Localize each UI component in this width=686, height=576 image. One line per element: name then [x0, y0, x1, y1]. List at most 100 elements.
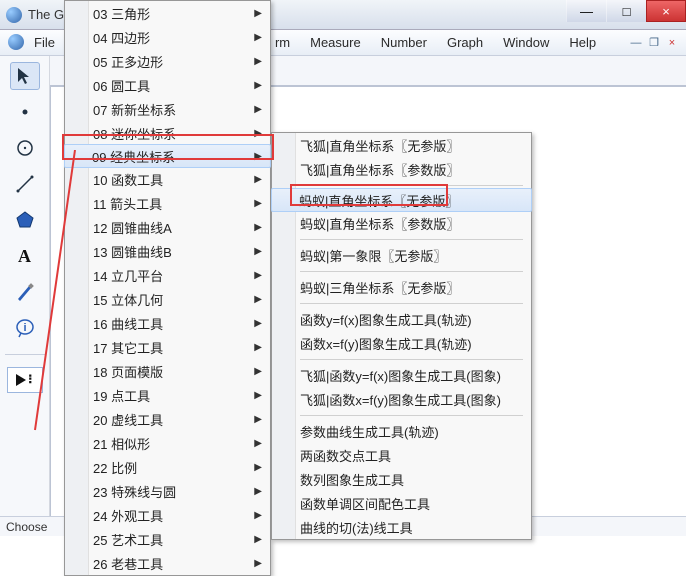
submenu-item[interactable]: 飞狐|函数y=f(x)图象生成工具(图象) — [272, 363, 531, 387]
menu-item-label: 19 点工具 — [93, 386, 150, 405]
circle-tool[interactable] — [10, 134, 40, 162]
text-tool[interactable]: A — [10, 242, 40, 270]
menu-item[interactable]: 05 正多边形▶ — [65, 49, 270, 73]
menu-item-label: 15 立体几何 — [93, 290, 163, 309]
menu-item[interactable]: 17 其它工具 ▶ — [65, 335, 270, 359]
submenu-item-label: 数列图象生成工具 — [300, 470, 404, 489]
menu-item-label: 11 箭头工具 — [93, 194, 162, 213]
menu-item[interactable]: 03 三角形▶ — [65, 1, 270, 25]
submenu-arrow-icon: ▶ — [254, 318, 262, 329]
status-text: Choose — [6, 520, 47, 534]
maximize-button[interactable]: □ — [606, 0, 646, 22]
menu-separator — [272, 355, 531, 363]
submenu-item[interactable]: 飞狐|函数x=f(y)图象生成工具(图象) — [272, 387, 531, 411]
submenu-arrow-icon: ▶ — [254, 342, 262, 353]
menu-item-label: 17 其它工具 — [93, 338, 163, 357]
menu-item-label: 22 比例 — [93, 458, 137, 477]
menu-separator — [272, 411, 531, 419]
submenu-item[interactable]: 曲线的切(法)线工具 — [272, 515, 531, 539]
menu-item[interactable]: 06 圆工具▶ — [65, 73, 270, 97]
submenu-item[interactable]: 函数y=f(x)图象生成工具(轨迹) — [272, 307, 531, 331]
menu-item-label: 24 外观工具 — [93, 506, 163, 525]
submenu-item-label: 蚂蚁|直角坐标系〖参数版〗 — [300, 214, 459, 233]
submenu-item[interactable]: 蚂蚁|直角坐标系〖参数版〗 — [272, 211, 531, 235]
doc-icon — [8, 34, 24, 50]
custom-tool[interactable]: ⠇ — [7, 367, 43, 393]
submenu-item[interactable]: 两函数交点工具 — [272, 443, 531, 467]
polygon-tool[interactable] — [10, 206, 40, 234]
menu-item[interactable]: 22 比例 ▶ — [65, 455, 270, 479]
submenu-item[interactable]: 参数曲线生成工具(轨迹) — [272, 419, 531, 443]
menu-item[interactable]: 10 函数工具▶ — [65, 167, 270, 191]
menu-help[interactable]: Help — [559, 30, 606, 56]
submenu-item-label: 两函数交点工具 — [300, 446, 391, 465]
coord-submenu: 飞狐|直角坐标系〖无参版〗飞狐|直角坐标系〖参数版〗蚂蚁|直角坐标系〖无参版〗蚂… — [271, 132, 532, 540]
menu-item-label: 20 虚线工具 — [93, 410, 163, 429]
submenu-arrow-icon: ▶ — [254, 462, 262, 473]
window-controls: — □ × — [566, 0, 686, 22]
minimize-button[interactable]: — — [566, 0, 606, 22]
menu-item[interactable]: 26 老巷工具▶ — [65, 551, 270, 575]
menu-item[interactable]: 18 页面模版 ▶ — [65, 359, 270, 383]
submenu-item[interactable]: 蚂蚁|直角坐标系〖无参版〗 — [271, 188, 532, 212]
submenu-item-label: 飞狐|函数y=f(x)图象生成工具(图象) — [300, 366, 501, 385]
menu-item[interactable]: 25 艺术工具▶ — [65, 527, 270, 551]
menu-file[interactable]: File — [24, 30, 65, 56]
submenu-item-label: 飞狐|函数x=f(y)图象生成工具(图象) — [300, 390, 501, 409]
submenu-arrow-icon: ▶ — [254, 56, 262, 67]
menu-item[interactable]: 21 相似形▶ — [65, 431, 270, 455]
menu-item-label: 18 页面模版 — [93, 362, 163, 381]
submenu-item[interactable]: 蚂蚁|第一象限〖无参版〗 — [272, 243, 531, 267]
point-tool[interactable] — [10, 98, 40, 126]
menu-separator — [272, 235, 531, 243]
menu-graph[interactable]: Graph — [437, 30, 493, 56]
submenu-arrow-icon: ▶ — [254, 80, 262, 91]
menu-item-label: 13 圆锥曲线B — [93, 242, 172, 261]
menu-item[interactable]: 15 立体几何▶ — [65, 287, 270, 311]
menu-item-label: 10 函数工具 — [93, 170, 163, 189]
line-tool[interactable] — [10, 170, 40, 198]
pen-tool[interactable] — [10, 278, 40, 306]
menu-item[interactable]: 20 虚线工具▶ — [65, 407, 270, 431]
menu-item[interactable]: 09 经典坐标系 ▶ — [64, 144, 271, 168]
submenu-item[interactable]: 函数单调区间配色工具 — [272, 491, 531, 515]
menu-item[interactable]: 11 箭头工具▶ — [65, 191, 270, 215]
menu-item[interactable]: 13 圆锥曲线B▶ — [65, 239, 270, 263]
menu-item-label: 08 迷你坐标系 — [93, 124, 176, 143]
submenu-item[interactable]: 函数x=f(y)图象生成工具(轨迹) — [272, 331, 531, 355]
menu-item[interactable]: 04 四边形▶ — [65, 25, 270, 49]
custom-tool-menu: 03 三角形▶04 四边形▶05 正多边形▶06 圆工具▶07 新新坐标系▶08… — [64, 0, 271, 576]
close-button[interactable]: × — [646, 0, 686, 22]
menu-item[interactable]: 14 立几平台▶ — [65, 263, 270, 287]
submenu-item-label: 函数x=f(y)图象生成工具(轨迹) — [300, 334, 472, 353]
submenu-arrow-icon: ▶ — [254, 534, 262, 545]
menu-item-label: 09 经典坐标系 — [92, 147, 175, 166]
menu-item[interactable]: 24 外观工具▶ — [65, 503, 270, 527]
menu-item-label: 23 特殊线与圆 — [93, 482, 176, 501]
arrow-tool[interactable] — [10, 62, 40, 90]
menu-item[interactable]: 19 点工具▶ — [65, 383, 270, 407]
menu-item-label: 12 圆锥曲线A — [93, 218, 172, 237]
menu-measure[interactable]: Measure — [300, 30, 371, 56]
restore-doc-icon[interactable]: ❐ — [646, 35, 662, 51]
minimize-doc-icon[interactable]: — — [628, 35, 644, 51]
submenu-arrow-icon: ▶ — [254, 438, 262, 449]
menu-item[interactable]: 07 新新坐标系▶ — [65, 97, 270, 121]
submenu-item[interactable]: 飞狐|直角坐标系〖无参版〗 — [272, 133, 531, 157]
submenu-item[interactable]: 蚂蚁|三角坐标系〖无参版〗 — [272, 275, 531, 299]
menu-item[interactable]: 16 曲线工具▶ — [65, 311, 270, 335]
menu-item-label: 07 新新坐标系 — [93, 100, 176, 119]
menu-window[interactable]: Window — [493, 30, 559, 56]
close-doc-icon[interactable]: × — [664, 35, 680, 51]
submenu-item-label: 参数曲线生成工具(轨迹) — [300, 422, 439, 441]
submenu-arrow-icon: ▶ — [254, 32, 262, 43]
menu-item[interactable]: 08 迷你坐标系▶ — [65, 121, 270, 145]
menu-number[interactable]: Number — [371, 30, 437, 56]
info-tool[interactable]: i — [10, 314, 40, 342]
menu-item[interactable]: 23 特殊线与圆▶ — [65, 479, 270, 503]
submenu-arrow-icon: ▶ — [254, 366, 262, 377]
submenu-arrow-icon: ▶ — [254, 151, 262, 162]
menu-item[interactable]: 12 圆锥曲线A▶ — [65, 215, 270, 239]
submenu-item[interactable]: 数列图象生成工具 — [272, 467, 531, 491]
submenu-item[interactable]: 飞狐|直角坐标系〖参数版〗 — [272, 157, 531, 181]
